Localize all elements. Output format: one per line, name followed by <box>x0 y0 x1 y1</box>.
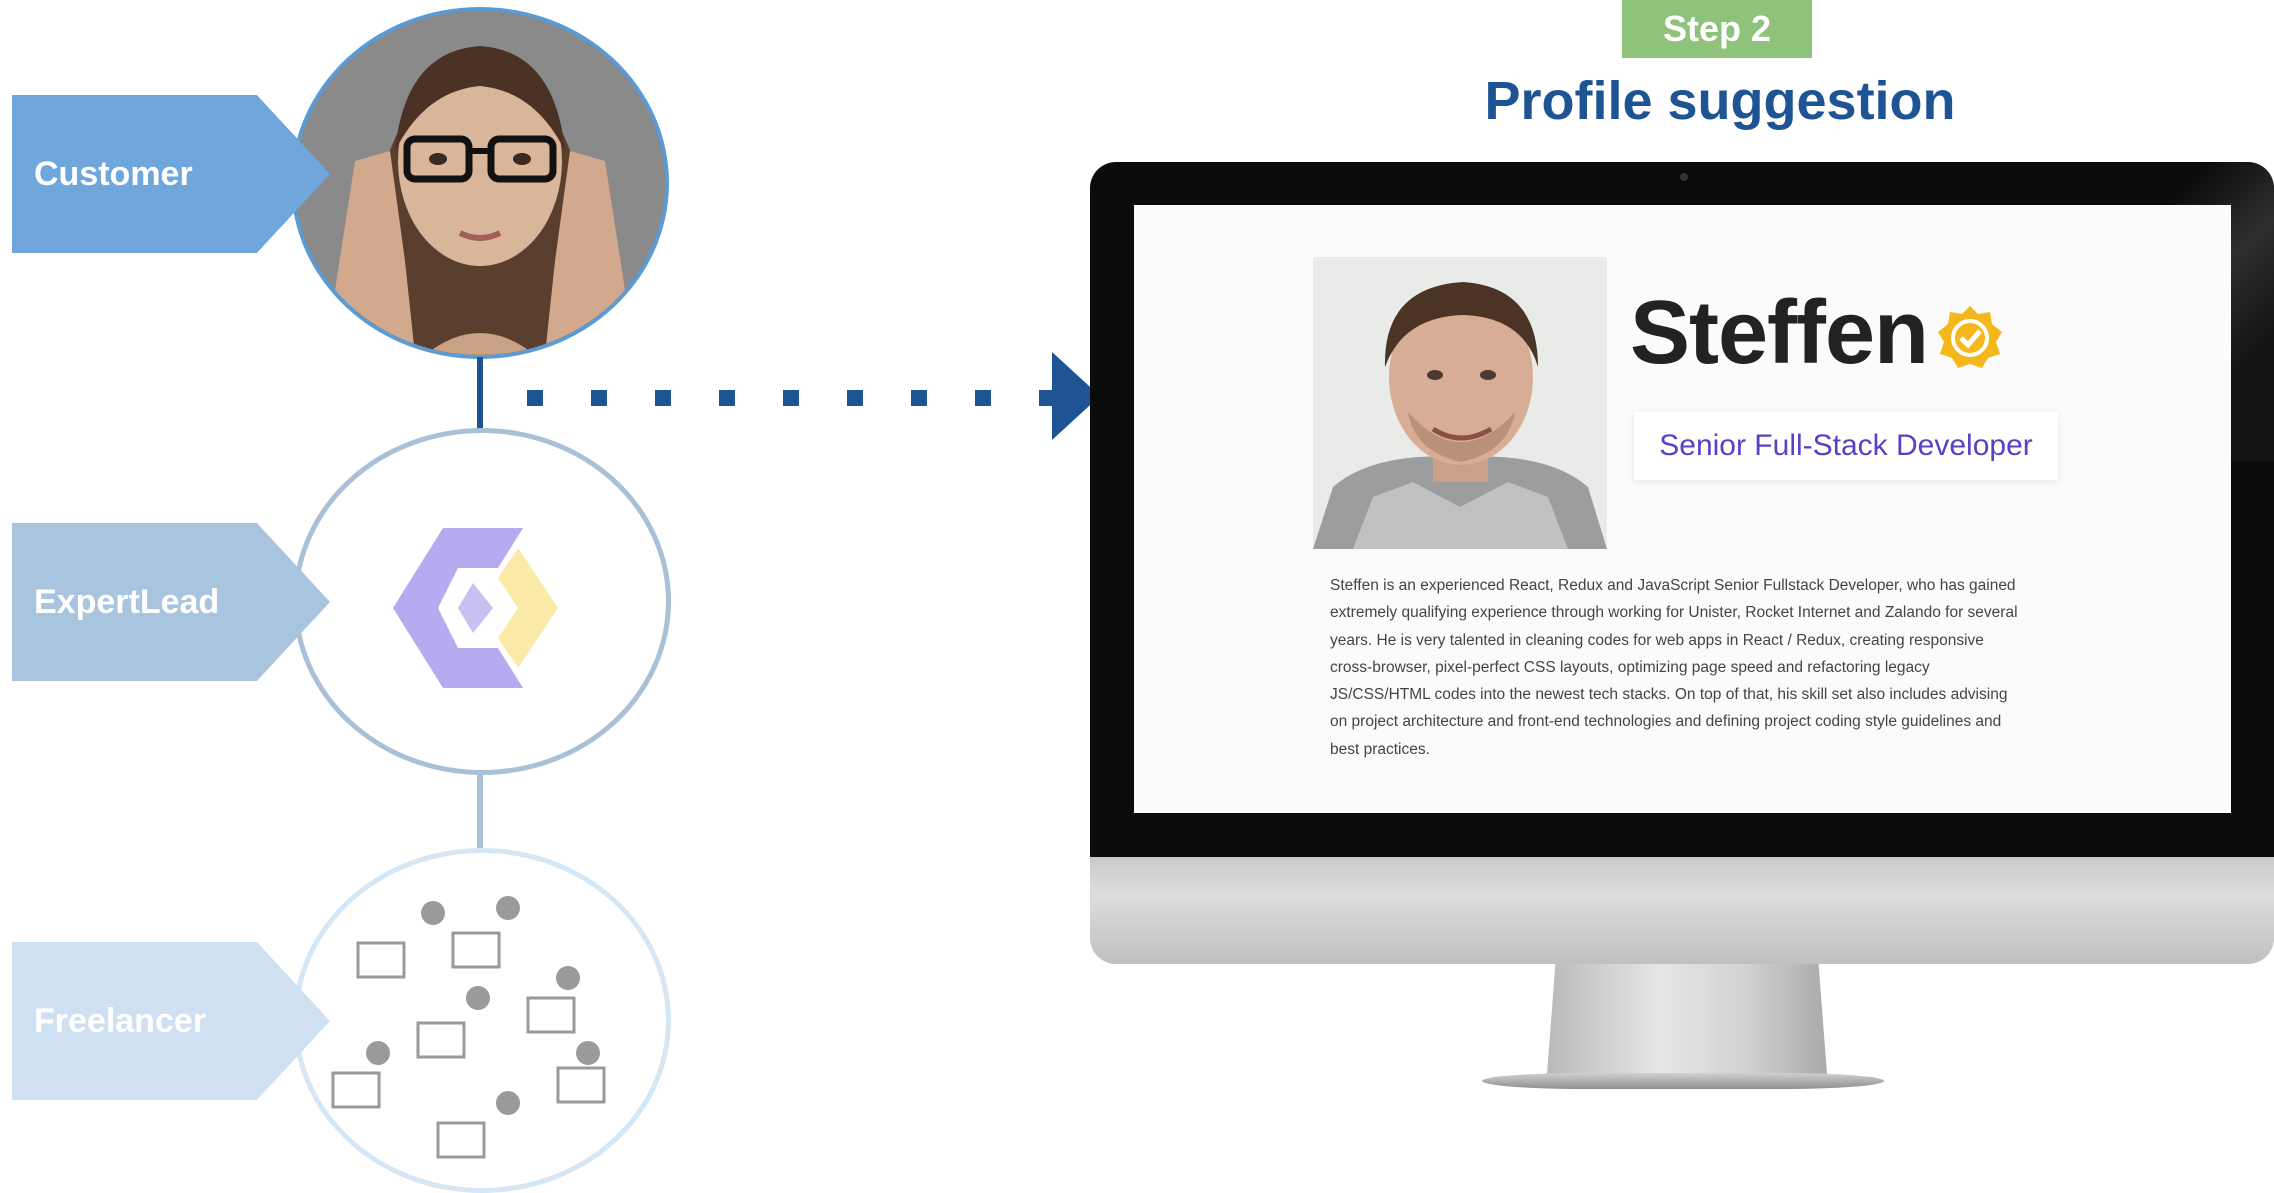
connector-line <box>477 773 483 851</box>
freelancer-network-circle <box>293 848 671 1193</box>
profile-role: Senior Full-Stack Developer <box>1659 429 2033 462</box>
connector-line <box>477 357 483 432</box>
arrow-dot <box>591 390 607 406</box>
step-title: Profile suggestion <box>1484 71 1956 131</box>
verified-badge-icon <box>1938 306 2002 368</box>
customer-label: Customer <box>34 154 193 193</box>
arrow-dot <box>655 390 671 406</box>
expertlead-logo-circle <box>293 428 671 775</box>
expertlead-label: ExpertLead <box>34 582 220 621</box>
customer-tag: Customer <box>12 95 330 253</box>
expertlead-logo-icon <box>393 528 558 688</box>
arrow-dot <box>847 390 863 406</box>
freelancer-tag: Freelancer <box>12 942 330 1100</box>
arrow-dot <box>719 390 735 406</box>
monitor-foot <box>1482 1073 1884 1089</box>
camera-icon <box>1680 173 1688 181</box>
customer-photo <box>291 7 669 359</box>
profile-bio: Steffen is an experienced React, Redux a… <box>1330 577 2018 758</box>
arrow-dot <box>527 390 543 406</box>
arrow-dot <box>1039 390 1053 406</box>
step-badge: Step 2 <box>1622 0 1812 58</box>
freelancers-at-computers-icon <box>331 896 606 1159</box>
profile-photo <box>1313 257 1607 549</box>
monitor-chin <box>1090 857 2274 964</box>
expertlead-tag: ExpertLead <box>12 523 330 681</box>
monitor-stand <box>1547 964 1827 1074</box>
freelancer-label: Freelancer <box>34 1001 206 1040</box>
arrow-dot <box>975 390 991 406</box>
arrow-dot <box>783 390 799 406</box>
arrow-dot <box>911 390 927 406</box>
profile-role-box: Senior Full-Stack Developer <box>1634 412 2058 480</box>
profile-name: Steffen <box>1630 283 1929 383</box>
